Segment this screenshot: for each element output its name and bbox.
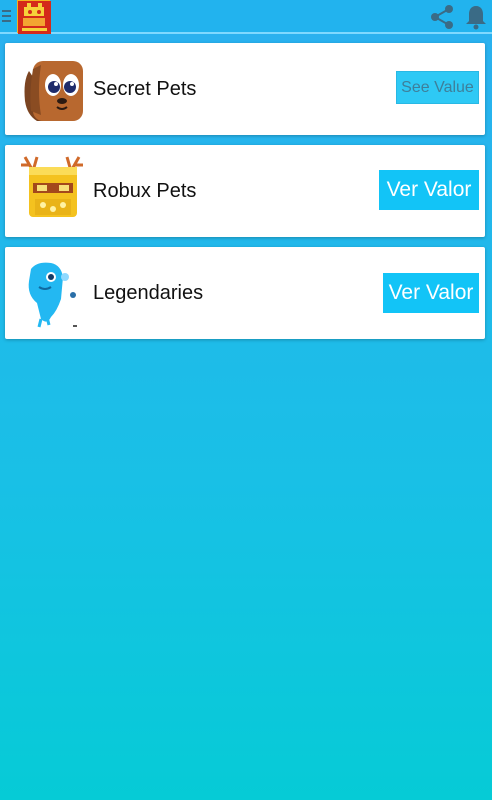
- bell-icon[interactable]: [465, 4, 487, 30]
- item-label: Legendaries: [93, 281, 204, 304]
- brown-puppy-pet-icon: [17, 51, 87, 127]
- ver-valor-button[interactable]: Ver Valor: [379, 170, 479, 210]
- app-logo-icon[interactable]: [17, 0, 51, 34]
- ver-valor-button[interactable]: Ver Valor: [383, 273, 479, 313]
- golden-antler-pet-icon: [17, 153, 87, 229]
- hamburger-menu-icon[interactable]: [2, 10, 14, 24]
- item-label: Secret Pets: [93, 77, 197, 100]
- list-item-robux-pets[interactable]: Robux Pets Ver Valor: [5, 145, 485, 237]
- share-icon[interactable]: [430, 5, 455, 29]
- list-item-secret-pets[interactable]: Secret Pets See Value: [5, 43, 485, 135]
- item-label: Robux Pets: [93, 179, 197, 202]
- blue-ghost-pet-icon: [17, 255, 87, 331]
- top-app-bar: [0, 0, 492, 34]
- see-value-button[interactable]: See Value: [396, 71, 479, 104]
- list-item-legendaries[interactable]: Legendaries Ver Valor: [5, 247, 485, 339]
